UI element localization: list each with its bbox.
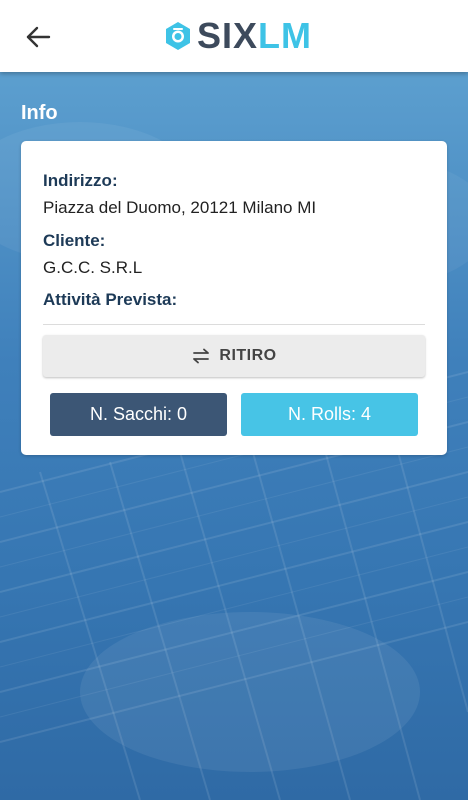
activity-ritiro-button[interactable]: RITIRO: [43, 335, 425, 377]
section-title: Info: [21, 102, 58, 124]
washing-machine-hexagon-icon: [166, 22, 190, 50]
logo-text-six: SIX: [197, 15, 259, 56]
address-label: Indirizzo:: [43, 171, 118, 190]
activity-button-label: RITIRO: [219, 347, 277, 364]
address-value: Piazza del Duomo, 20121 Milano MI: [43, 198, 317, 217]
swap-arrows-icon: [193, 348, 210, 364]
back-button[interactable]: [18, 20, 58, 54]
app-logo: SIXLM: [163, 16, 312, 56]
divider: [43, 324, 425, 325]
app-header: SIXLM: [0, 0, 468, 72]
sacchi-count-button[interactable]: N. Sacchi: 0: [50, 393, 227, 436]
arrow-left-icon: [26, 26, 51, 48]
info-card: Indirizzo: Piazza del Duomo, 20121 Milan…: [21, 141, 447, 455]
logo-text-lm: LM: [258, 15, 313, 56]
client-label: Cliente:: [43, 231, 106, 250]
rolls-count-button[interactable]: N. Rolls: 4: [241, 393, 418, 436]
client-value: G.C.C. S.R.L: [43, 258, 143, 277]
activity-label: Attività Prevista:: [43, 290, 178, 309]
